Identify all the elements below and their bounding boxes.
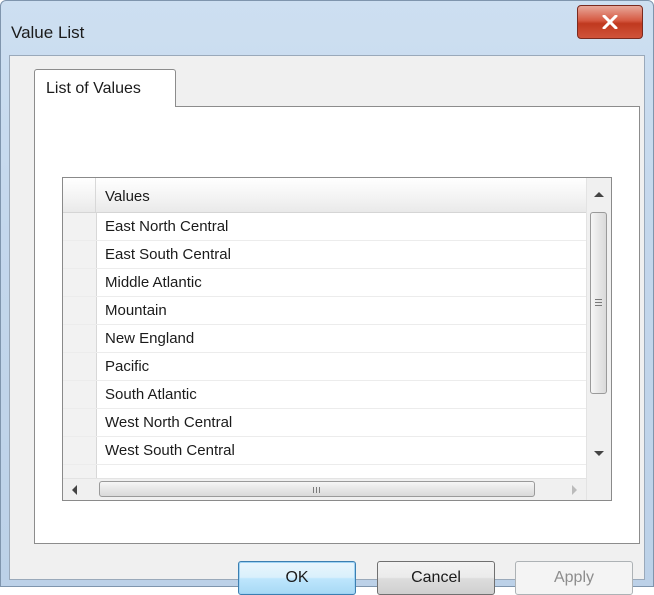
grip-line (595, 302, 602, 303)
list-item-label: Pacific (105, 358, 150, 375)
list-item-label: New England (105, 330, 195, 347)
vertical-scroll-thumb[interactable] (590, 212, 607, 394)
list-item[interactable]: West North Central (63, 409, 586, 437)
apply-button[interactable]: Apply (515, 561, 633, 595)
scroll-down-arrow-icon[interactable] (594, 451, 604, 456)
list-item[interactable]: Middle Atlantic (63, 269, 586, 297)
list-item-label: Mountain (105, 302, 167, 319)
list-item-label: West North Central (105, 414, 233, 431)
tab-list-of-values[interactable]: List of Values (34, 69, 176, 107)
close-icon (602, 15, 618, 29)
vertical-scrollbar[interactable] (586, 178, 611, 500)
close-button[interactable] (577, 5, 643, 39)
scroll-left-arrow-icon[interactable] (72, 485, 77, 495)
list-item[interactable]: South Atlantic (63, 381, 586, 409)
dialog-window: Value List Values East North Central Eas… (0, 0, 654, 595)
list-item[interactable]: East North Central (63, 213, 586, 241)
grip-line (313, 487, 314, 493)
grid-rows: East North Central East South Central Mi… (63, 213, 586, 465)
list-item[interactable]: East South Central (63, 241, 586, 269)
window-title: Value List (11, 23, 85, 42)
list-item-label: South Atlantic (105, 386, 197, 403)
list-item[interactable]: Pacific (63, 353, 586, 381)
grid-header-row: Values (63, 178, 611, 213)
cancel-button[interactable]: Cancel (377, 561, 495, 595)
scroll-right-arrow-icon[interactable] (572, 485, 577, 495)
dialog-client-area: Values East North Central East South Cen… (9, 55, 645, 595)
list-item-label: Middle Atlantic (105, 274, 202, 291)
column-header-values[interactable]: Values (105, 188, 150, 205)
grip-line (595, 305, 602, 306)
ok-button[interactable]: OK (238, 561, 356, 595)
grip-line (319, 487, 320, 493)
values-grid[interactable]: Values East North Central East South Cen… (62, 177, 612, 501)
list-item[interactable]: West South Central (63, 437, 586, 465)
list-item-label: East South Central (105, 246, 231, 263)
list-item[interactable]: Mountain (63, 297, 586, 325)
horizontal-scrollbar[interactable] (63, 478, 586, 500)
grid-corner-cell (63, 178, 96, 212)
tab-panel: Values East North Central East South Cen… (34, 106, 640, 544)
list-item-label: East North Central (105, 218, 229, 235)
tab-join (35, 105, 175, 107)
list-item-label: West South Central (105, 442, 235, 459)
grip-line (595, 299, 602, 300)
horizontal-scroll-thumb[interactable] (99, 481, 535, 497)
grip-line (316, 487, 317, 493)
scroll-up-arrow-icon[interactable] (594, 192, 604, 197)
list-item[interactable]: New England (63, 325, 586, 353)
